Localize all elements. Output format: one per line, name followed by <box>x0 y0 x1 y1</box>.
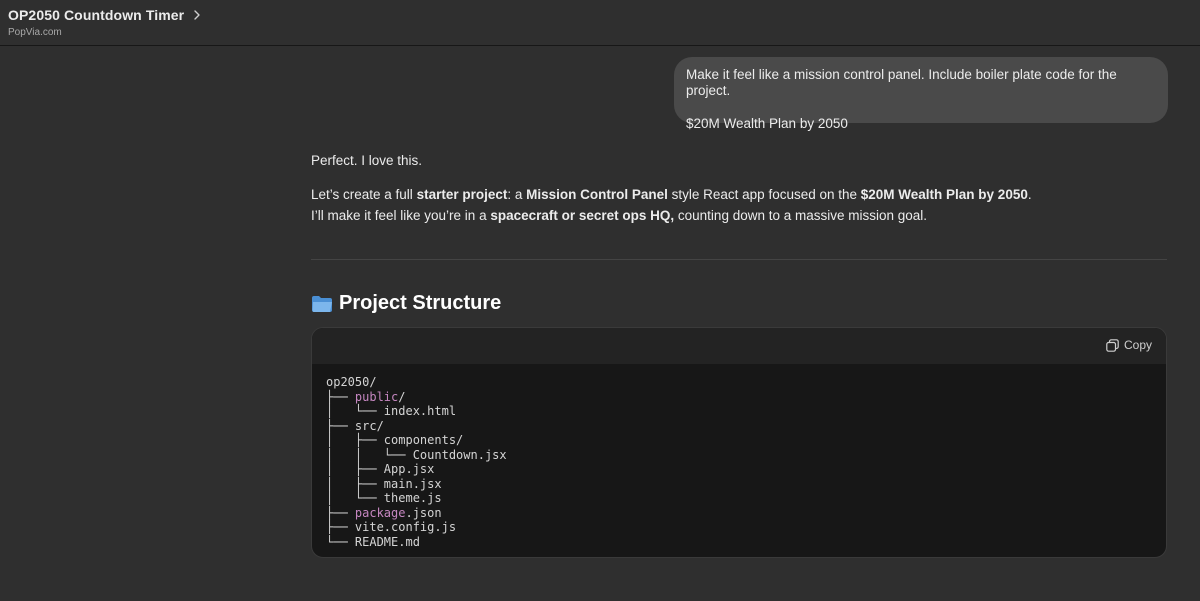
assistant-message: Perfect. I love this. Let’s create a ful… <box>311 150 1167 226</box>
text-span: Let’s create a full <box>311 187 417 202</box>
user-message-bubble: Make it feel like a mission control pane… <box>674 57 1168 131</box>
folder-icon <box>312 295 332 312</box>
bold-span: starter project <box>416 187 508 202</box>
user-message-line: Make it feel like a mission control pane… <box>686 67 1117 98</box>
code-keyword: public <box>354 389 399 404</box>
conversation-title: OP2050 Countdown Timer <box>8 7 185 23</box>
code-text: │ ├── App.jsx <box>326 462 435 476</box>
code-text: ├── <box>326 505 355 520</box>
bold-span: spacecraft or secret ops HQ, <box>490 208 675 223</box>
code-text: .json <box>405 505 442 520</box>
code-text: ├── src/ <box>326 418 384 433</box>
text-span: : a <box>507 187 527 202</box>
bold-span: Mission Control Panel <box>526 187 668 202</box>
copy-label: Copy <box>1123 338 1152 352</box>
copy-button[interactable]: Copy <box>1106 338 1152 352</box>
code-keyword: package <box>354 505 406 520</box>
code-line: ├── src/ <box>326 419 384 433</box>
code-line: │ ├── main.jsx <box>326 477 442 491</box>
code-line: ├── vite.config.js <box>326 520 456 534</box>
text-span: . <box>1027 187 1032 202</box>
code-text: │ │ └── Countdown.jsx <box>326 447 507 462</box>
code-text: op2050/ <box>326 375 377 389</box>
code-line: │ ├── App.jsx <box>326 462 434 476</box>
copy-icon <box>1106 338 1119 352</box>
section-heading: Project Structure <box>311 292 501 315</box>
code-block: Copy op2050/ ├── public/ │ └── index.htm… <box>311 327 1167 558</box>
section-title: Project Structure <box>339 292 502 314</box>
code-content: op2050/ ├── public/ │ └── index.html ├──… <box>312 364 1166 557</box>
code-text: ├── vite.config.js <box>326 520 457 534</box>
code-line: └── README.md <box>326 535 420 549</box>
code-line: │ └── theme.js <box>326 491 442 505</box>
text-span: style React app focused on the <box>667 187 861 202</box>
code-block-header: Copy <box>312 328 1166 364</box>
text-span: I’ll make it feel like you’re in a <box>311 208 491 223</box>
top-bar: OP2050 Countdown Timer PopVia.com <box>0 0 1200 46</box>
code-line: │ │ └── Countdown.jsx <box>326 448 507 462</box>
assistant-paragraph: Perfect. I love this. <box>311 153 423 168</box>
code-text: ├── <box>326 389 355 404</box>
code-line: │ └── index.html <box>326 404 456 418</box>
code-text: │ ├── main.jsx <box>326 476 442 491</box>
chevron-right-icon <box>194 10 200 20</box>
assistant-paragraph: Let’s create a full starter project: a M… <box>311 184 1167 226</box>
code-text: │ └── index.html <box>326 404 457 418</box>
conversation-subtitle: PopVia.com <box>8 27 62 38</box>
code-line: │ ├── components/ <box>326 433 463 447</box>
code-text: │ └── theme.js <box>326 491 442 505</box>
code-line: op2050/ <box>326 375 377 389</box>
conversation-title-button[interactable]: OP2050 Countdown Timer <box>8 7 202 23</box>
code-line: ├── package.json <box>326 506 442 520</box>
section-divider <box>311 259 1167 260</box>
code-text: └── README.md <box>326 534 420 549</box>
text-span: counting down to a massive mission goal. <box>674 208 928 223</box>
user-message-line: $20M Wealth Plan by 2050 <box>686 116 848 131</box>
code-text: / <box>398 389 406 404</box>
code-line: ├── public/ <box>326 390 406 404</box>
code-text: │ ├── components/ <box>326 433 464 447</box>
bold-span: $20M Wealth Plan by 2050 <box>860 187 1028 202</box>
